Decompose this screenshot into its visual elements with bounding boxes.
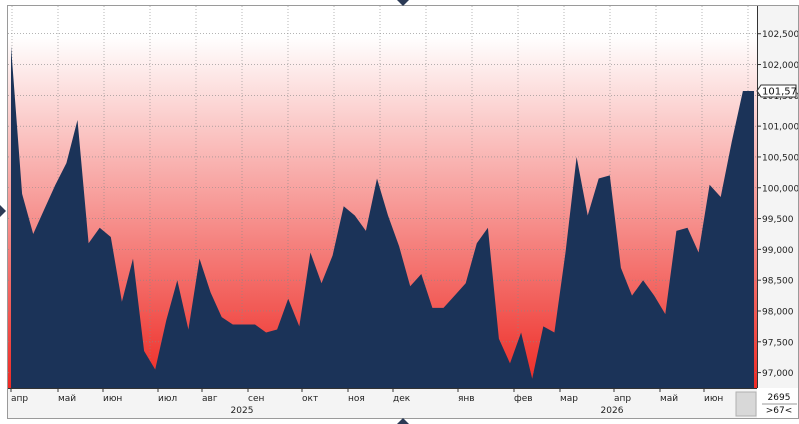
x-tick-label: апр	[614, 394, 631, 404]
x-tick-label: май	[58, 394, 76, 404]
y-tick-label: 99,500	[762, 215, 794, 225]
counter-bottom: >67<	[766, 406, 793, 416]
y-tick-label: 102,500	[762, 30, 799, 40]
x-tick-label: авг	[202, 394, 218, 404]
last-value-marker: 101,571	[756, 84, 799, 98]
x-tick-label: май	[660, 394, 678, 404]
y-tick-label: 100,500	[762, 153, 799, 163]
x-tick-label: дек	[393, 394, 411, 404]
x-year-label: 2026	[601, 406, 624, 416]
y-tick-label: 99,000	[762, 246, 794, 256]
x-tick-label: ноя	[348, 394, 365, 404]
chart-frame: 97,000 97,500 98,000 98,500 99,000 99,500 100,…	[0, 0, 799, 424]
x-tick-label: мар	[560, 394, 578, 404]
x-tick-label: июл	[158, 394, 177, 404]
y-tick-label: 101,000	[762, 123, 799, 133]
y-tick-label: 102,000	[762, 61, 799, 71]
y-tick-label: 97,000	[762, 369, 794, 379]
y-tick-label: 97,500	[762, 338, 794, 348]
x-tick-label: окт	[302, 394, 318, 404]
left-resize-handle[interactable]	[0, 205, 6, 217]
x-tick-label: янв	[458, 394, 475, 404]
x-year-label: 2025	[231, 406, 254, 416]
x-tick-label: сен	[248, 394, 264, 404]
y-tick-label: 100,000	[762, 184, 799, 194]
y-tick-label: 98,500	[762, 277, 794, 287]
last-value-label: 101,571	[762, 86, 799, 97]
x-tick-label: апр	[11, 394, 28, 404]
scroll-box[interactable]	[735, 391, 757, 417]
x-tick-label: июн	[103, 394, 122, 404]
x-tick-label: фев	[514, 394, 533, 404]
x-tick-label: июн	[704, 394, 723, 404]
y-tick-label: 98,000	[762, 307, 794, 317]
counter-top: 2695	[768, 393, 791, 403]
